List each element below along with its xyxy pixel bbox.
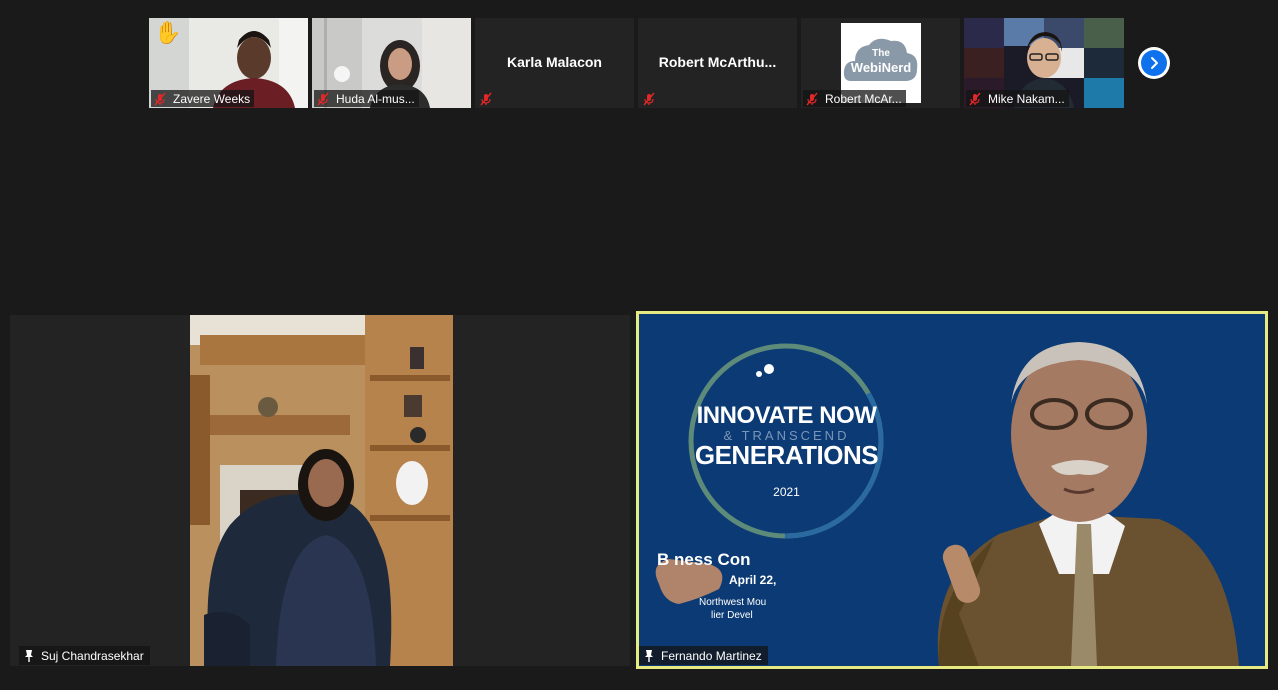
logo-line1: The (872, 48, 890, 59)
slide-sub2: April 22, (729, 573, 777, 587)
raised-hand-icon: ✋ (154, 20, 182, 45)
muted-mic-icon (480, 92, 492, 105)
speaker-tile-right[interactable]: INNOVATE NOW & TRANSCEND GENERATIONS 202… (639, 314, 1265, 666)
slide-year: 2021 (773, 485, 800, 499)
participant-name: Robert McAr... (825, 91, 902, 106)
participant-namebar (640, 90, 666, 107)
participant-namebar: Robert McAr... (803, 90, 906, 107)
muted-mic-icon (806, 92, 818, 105)
slide-sub4: lier Devel (711, 610, 753, 621)
gallery-next-inner (1141, 50, 1167, 76)
participant-name: Karla Malacon (507, 54, 602, 70)
speaker-tile-left[interactable]: Suj Chandrasekhar (10, 315, 630, 666)
participant-tile[interactable]: Karla Malacon (475, 18, 634, 108)
muted-mic-icon (643, 92, 655, 105)
speaker-name: Fernando Martinez (661, 648, 762, 663)
slide-sub3: Northwest Mou (699, 597, 767, 608)
participant-namebar (477, 90, 503, 107)
slide-sub1: B ness Con (657, 550, 751, 569)
muted-mic-icon (317, 92, 329, 105)
muted-mic-icon (969, 92, 981, 105)
logo-line2: WebiNerd (850, 60, 912, 75)
speaker-namebar: Suj Chandrasekhar (19, 646, 150, 665)
participant-name: Huda Al-mus... (336, 91, 415, 106)
gallery-next-button[interactable] (1138, 47, 1170, 79)
participant-tile[interactable]: The WebiNerd Robert McAr... (801, 18, 960, 108)
muted-mic-icon (154, 92, 166, 105)
pin-icon (25, 649, 33, 662)
participant-tile[interactable]: ✋ Zavere Weeks (149, 18, 308, 108)
gallery-strip: ✋ Zavere Weeks Huda Al-mus... Karla Mala… (149, 18, 1124, 108)
participant-tile[interactable]: Robert McArthu... (638, 18, 797, 108)
slide-line1: INNOVATE NOW (696, 402, 877, 429)
participant-namebar: Mike Nakam... (966, 90, 1069, 107)
participant-tile[interactable]: Huda Al-mus... (312, 18, 471, 108)
pin-icon (645, 649, 653, 662)
speaker-namebar: Fernando Martinez (639, 646, 768, 665)
slide-line3: GENERATIONS (694, 440, 879, 470)
speaker-video (190, 315, 453, 666)
participant-namebar: Zavere Weeks (151, 90, 255, 107)
participant-tile[interactable]: Mike Nakam... (964, 18, 1124, 108)
participant-name: Zavere Weeks (173, 91, 251, 106)
participant-name: Mike Nakam... (988, 91, 1065, 106)
speaker-name: Suj Chandrasekhar (41, 648, 144, 663)
participant-name: Robert McArthu... (658, 54, 777, 70)
chevron-right-icon (1151, 57, 1158, 69)
participant-namebar: Huda Al-mus... (314, 90, 419, 107)
slide-text: INNOVATE NOW & TRANSCEND GENERATIONS 202… (674, 402, 899, 499)
